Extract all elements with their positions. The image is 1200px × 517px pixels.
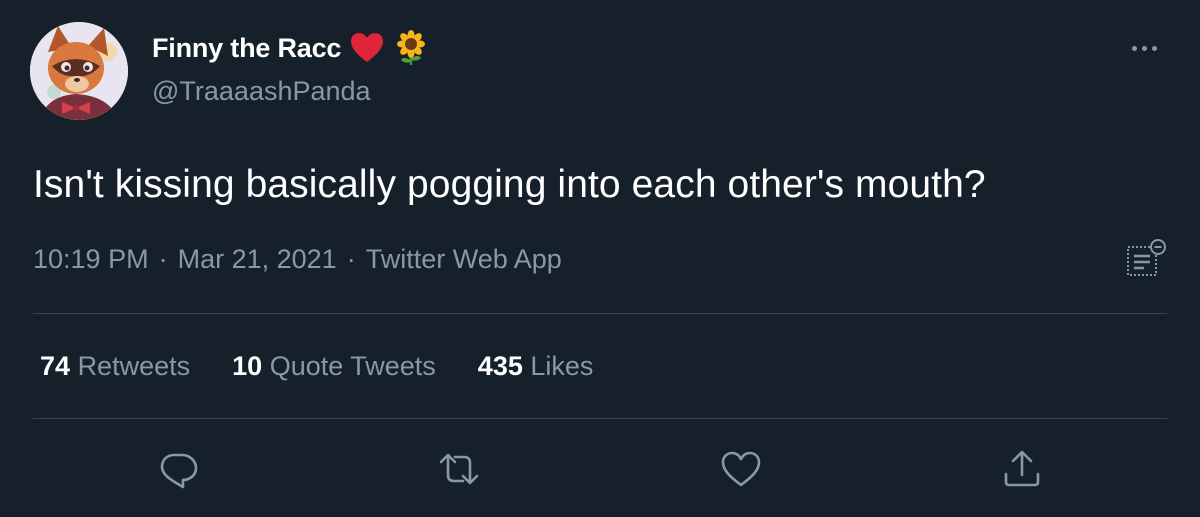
avatar[interactable]: [30, 22, 128, 120]
likes-label: Likes: [530, 351, 594, 381]
reply-icon: [160, 453, 198, 489]
more-options-button[interactable]: [1124, 38, 1164, 58]
quote-tweets-stat[interactable]: 10 Quote Tweets: [232, 351, 436, 382]
raccoon-avatar-icon: [30, 22, 128, 120]
retweets-count: 74: [40, 351, 71, 381]
tweet-text: Isn't kissing basically pogging into eac…: [33, 163, 986, 206]
like-button[interactable]: [719, 447, 763, 491]
retweet-button[interactable]: [437, 447, 481, 491]
tweet-stats: 74 Retweets 10 Quote Tweets 435 Likes: [40, 351, 593, 382]
share-icon: [1004, 450, 1040, 487]
meta-separator: ·: [158, 244, 168, 274]
retweets-stat[interactable]: 74 Retweets: [40, 351, 190, 382]
analytics-icon[interactable]: [1125, 238, 1167, 280]
divider: [33, 418, 1167, 419]
divider: [33, 313, 1167, 314]
retweet-icon: [439, 453, 479, 485]
retweets-label: Retweets: [77, 351, 191, 381]
quote-tweets-count: 10: [232, 351, 263, 381]
tweet-meta: 10:19 PM · Mar 21, 2021 · Twitter Web Ap…: [33, 244, 562, 275]
likes-count: 435: [477, 351, 523, 381]
more-dot: [1141, 45, 1147, 51]
share-button[interactable]: [1000, 447, 1044, 491]
reply-button[interactable]: [156, 447, 200, 491]
tweet-detail: Finny the Racc @TraaaashPanda Isn't kiss…: [0, 0, 1200, 517]
more-dot: [1131, 45, 1137, 51]
likes-stat[interactable]: 435 Likes: [478, 351, 594, 382]
red-heart-icon: [351, 33, 384, 62]
more-dot: [1151, 45, 1157, 51]
sunflower-icon: [397, 30, 426, 65]
display-name-row: Finny the Racc: [152, 30, 429, 66]
tweet-date[interactable]: Mar 21, 2021: [178, 244, 337, 275]
tweet-source[interactable]: Twitter Web App: [366, 244, 562, 275]
user-handle[interactable]: @TraaaashPanda: [152, 76, 371, 107]
display-name[interactable]: Finny the Racc: [152, 33, 341, 64]
tweet-time[interactable]: 10:19 PM: [33, 244, 149, 275]
meta-separator: ·: [346, 244, 356, 274]
quote-tweets-label: Quote Tweets: [269, 351, 436, 381]
like-icon: [721, 451, 761, 487]
